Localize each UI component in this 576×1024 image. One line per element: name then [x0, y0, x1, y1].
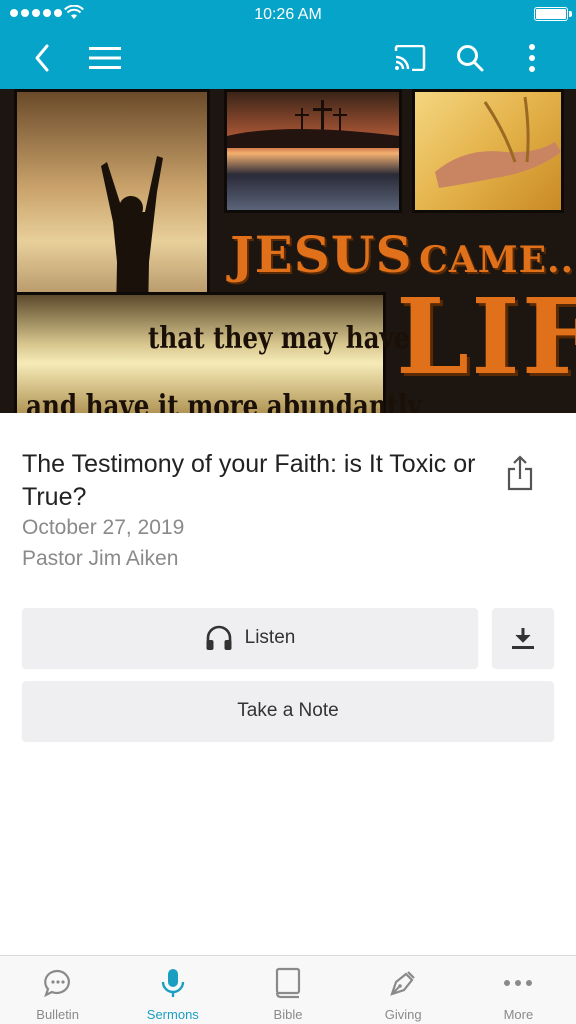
download-button[interactable]: [492, 608, 554, 668]
back-button[interactable]: [20, 36, 64, 80]
battery-icon: [534, 7, 572, 21]
hero-text-that-they: that they may have: [148, 321, 410, 356]
book-icon: [271, 966, 305, 1000]
tab-bar: Bulletin Sermons Bible Giving More: [0, 955, 576, 1024]
chat-bubble-icon: [41, 966, 75, 1000]
listen-label: Listen: [244, 627, 296, 648]
share-icon: [507, 455, 533, 491]
download-icon: [512, 628, 534, 649]
cast-button[interactable]: [388, 36, 432, 80]
sermon-date: October 27, 2019: [22, 516, 185, 539]
tab-label-giving: Giving: [384, 1007, 422, 1022]
wheat-hand-graphic: [435, 96, 561, 188]
tab-sermons[interactable]: Sermons: [115, 956, 230, 1024]
tab-more[interactable]: More: [461, 956, 576, 1024]
cast-icon: [394, 45, 426, 71]
take-note-button[interactable]: Take a Note: [22, 681, 554, 741]
share-button[interactable]: [498, 450, 542, 496]
more-dots-icon: [501, 966, 535, 1000]
status-time: 10:26 AM: [254, 6, 322, 23]
tab-bulletin[interactable]: Bulletin: [0, 956, 115, 1024]
hero-text-life: LIFE: [396, 275, 576, 398]
tab-giving[interactable]: Giving: [346, 956, 461, 1024]
sermon-hero-image: JESUS CAME... that they may have LIFE an…: [0, 89, 576, 413]
take-note-label: Take a Note: [237, 700, 339, 721]
hero-panel-crosses: [224, 89, 402, 213]
tab-label-sermons: Sermons: [146, 1007, 199, 1022]
tab-label-bible: Bible: [273, 1007, 303, 1022]
top-bar: 10:26 AM: [0, 0, 576, 89]
tab-bible[interactable]: Bible: [230, 956, 345, 1024]
overflow-menu-button[interactable]: [510, 36, 554, 80]
crosses-graphic: [227, 100, 399, 148]
status-bar: 10:26 AM: [0, 0, 576, 30]
listen-button[interactable]: Listen: [22, 608, 478, 668]
tab-label-more: More: [503, 1007, 534, 1022]
tab-label-bulletin: Bulletin: [36, 1007, 79, 1022]
sermon-title: The Testimony of your Faith: is It Toxic…: [22, 450, 476, 511]
pen-icon: [386, 966, 420, 1000]
sermon-pastor: Pastor Jim Aiken: [22, 547, 179, 570]
hero-panel-wheat: [412, 89, 564, 213]
menu-button[interactable]: [83, 36, 127, 80]
search-button[interactable]: [448, 36, 492, 80]
hero-text-jesus: JESUS: [230, 225, 413, 284]
hamburger-icon: [89, 47, 121, 69]
hero-text-abundantly: and have it more abundantly: [26, 389, 422, 413]
microphone-icon: [156, 966, 190, 1000]
search-icon: [457, 45, 484, 72]
chevron-left-icon: [35, 44, 49, 72]
more-vertical-icon: [529, 44, 535, 72]
headphones-icon: [206, 625, 232, 650]
